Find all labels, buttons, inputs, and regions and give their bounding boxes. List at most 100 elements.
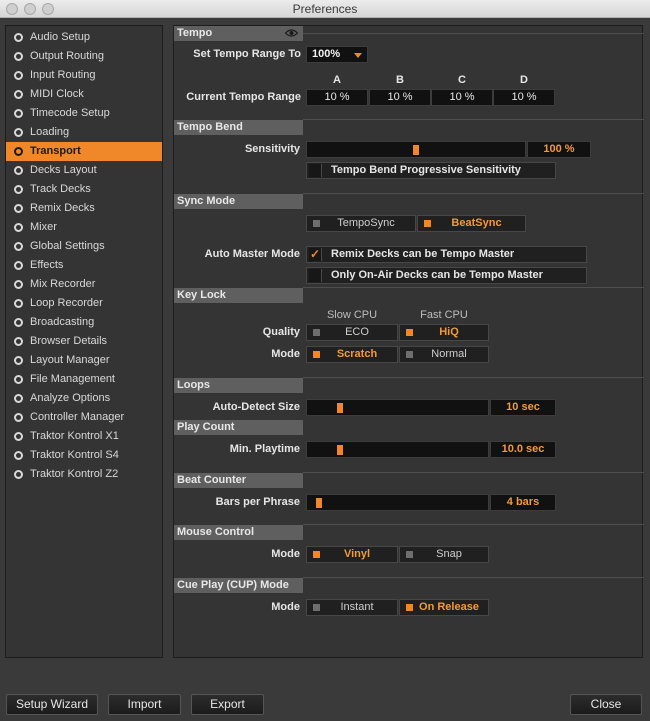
instant-button[interactable]: Instant [306, 599, 398, 616]
eye-icon[interactable] [285, 29, 298, 37]
radio-dot-icon [14, 470, 23, 479]
sidebar-item-label: Transport [30, 145, 81, 157]
tempo-range-deck-d[interactable]: 10 % [493, 89, 555, 106]
button-label: HiQ [439, 326, 459, 338]
keylock-mode-label: Mode [271, 348, 300, 360]
tempo-range-dropdown[interactable]: 100% [306, 46, 368, 63]
sidebar-item-file-management[interactable]: File Management [6, 370, 162, 389]
button-label: Vinyl [343, 548, 371, 560]
sidebar-item-audio-setup[interactable]: Audio Setup [6, 28, 162, 47]
min-playtime-value[interactable]: 10.0 sec [490, 441, 556, 458]
sidebar-item-traktor-kontrol-z2[interactable]: Traktor Kontrol Z2 [6, 465, 162, 484]
sidebar-item-input-routing[interactable]: Input Routing [6, 66, 162, 85]
hiq-button[interactable]: HiQ [399, 324, 489, 341]
sidebar-item-label: File Management [30, 373, 115, 385]
sidebar-item-transport[interactable]: Transport [6, 142, 162, 161]
tempo-sync-button[interactable]: TempoSync [306, 215, 416, 232]
sidebar-item-traktor-kontrol-x1[interactable]: Traktor Kontrol X1 [6, 427, 162, 446]
sidebar-item-decks-layout[interactable]: Decks Layout [6, 161, 162, 180]
sidebar-item-loop-recorder[interactable]: Loop Recorder [6, 294, 162, 313]
slider-thumb[interactable] [413, 145, 419, 155]
close-button[interactable]: Close [570, 694, 642, 715]
sidebar-item-output-routing[interactable]: Output Routing [6, 47, 162, 66]
sensitivity-slider[interactable] [306, 141, 526, 158]
bars-per-phrase-value[interactable]: 4 bars [490, 494, 556, 511]
checkmark-icon: ✓ [309, 247, 322, 261]
onair-decks-tempo-master-checkbox[interactable]: Only On-Air Decks can be Tempo Master [306, 267, 587, 284]
tempo-range-deck-c[interactable]: 10 % [431, 89, 493, 106]
deck-c-label: C [458, 74, 466, 86]
sidebar-item-label: MIDI Clock [30, 88, 84, 100]
set-tempo-range-label: Set Tempo Range To [193, 48, 301, 60]
normal-button[interactable]: Normal [399, 346, 489, 363]
sidebar-item-label: Remix Decks [30, 202, 95, 214]
auto-detect-size-slider[interactable] [306, 399, 489, 416]
radio-dot-icon [14, 185, 23, 194]
sidebar-item-midi-clock[interactable]: MIDI Clock [6, 85, 162, 104]
slider-thumb[interactable] [337, 445, 343, 455]
eco-button[interactable]: ECO [306, 324, 398, 341]
sidebar-item-label: Loop Recorder [30, 297, 103, 309]
sidebar-item-mixer[interactable]: Mixer [6, 218, 162, 237]
snap-button[interactable]: Snap [399, 546, 489, 563]
sensitivity-value[interactable]: 100 % [527, 141, 591, 158]
sidebar-item-mix-recorder[interactable]: Mix Recorder [6, 275, 162, 294]
sidebar-item-label: Effects [30, 259, 64, 271]
radio-dot-icon [14, 223, 23, 232]
radio-dot-icon [14, 128, 23, 137]
bars-per-phrase-slider[interactable] [306, 494, 489, 511]
indicator-icon [406, 351, 413, 358]
tempo-bend-progressive-checkbox[interactable]: Tempo Bend Progressive Sensitivity [306, 162, 556, 179]
sidebar-item-global-settings[interactable]: Global Settings [6, 237, 162, 256]
checkbox-box [309, 164, 322, 177]
sidebar-item-effects[interactable]: Effects [6, 256, 162, 275]
on-release-button[interactable]: On Release [399, 599, 489, 616]
sidebar-item-layout-manager[interactable]: Layout Manager [6, 351, 162, 370]
sidebar-item-track-decks[interactable]: Track Decks [6, 180, 162, 199]
radio-dot-icon [14, 375, 23, 384]
auto-detect-size-label: Auto-Detect Size [212, 401, 300, 413]
sidebar-item-broadcasting[interactable]: Broadcasting [6, 313, 162, 332]
checkbox-box [309, 269, 322, 282]
vinyl-button[interactable]: Vinyl [306, 546, 398, 563]
radio-dot-icon [14, 147, 23, 156]
chevron-down-icon [354, 53, 362, 58]
radio-dot-icon [14, 52, 23, 61]
radio-dot-icon [14, 318, 23, 327]
tempo-range-deck-a[interactable]: 10 % [306, 89, 368, 106]
import-button[interactable]: Import [108, 694, 181, 715]
current-tempo-range-label: Current Tempo Range [186, 91, 301, 103]
section-divider [303, 472, 644, 473]
sidebar-item-remix-decks[interactable]: Remix Decks [6, 199, 162, 218]
slider-thumb[interactable] [337, 403, 343, 413]
radio-dot-icon [14, 261, 23, 270]
radio-dot-icon [14, 204, 23, 213]
sidebar-item-label: Layout Manager [30, 354, 110, 366]
indicator-icon [406, 604, 413, 611]
section-loops-header: Loops [174, 378, 303, 393]
beat-sync-button[interactable]: BeatSync [417, 215, 526, 232]
slider-thumb[interactable] [316, 498, 322, 508]
sidebar-item-timecode-setup[interactable]: Timecode Setup [6, 104, 162, 123]
sidebar-item-analyze-options[interactable]: Analyze Options [6, 389, 162, 408]
radio-dot-icon [14, 299, 23, 308]
min-playtime-slider[interactable] [306, 441, 489, 458]
radio-dot-icon [14, 33, 23, 42]
indicator-icon [406, 551, 413, 558]
cue-play-mode-label: Mode [271, 601, 300, 613]
export-button[interactable]: Export [191, 694, 264, 715]
sidebar-item-controller-manager[interactable]: Controller Manager [6, 408, 162, 427]
section-key-lock-header: Key Lock [174, 288, 303, 303]
checkbox-label: Remix Decks can be Tempo Master [331, 248, 515, 260]
section-tempo-bend-header: Tempo Bend [174, 120, 303, 135]
sidebar-item-traktor-kontrol-s4[interactable]: Traktor Kontrol S4 [6, 446, 162, 465]
remix-decks-tempo-master-checkbox[interactable]: ✓ Remix Decks can be Tempo Master [306, 246, 587, 263]
deck-b-label: B [396, 74, 404, 86]
sidebar-item-loading[interactable]: Loading [6, 123, 162, 142]
setup-wizard-button[interactable]: Setup Wizard [6, 694, 98, 715]
tempo-range-deck-b[interactable]: 10 % [369, 89, 431, 106]
scratch-button[interactable]: Scratch [306, 346, 398, 363]
sidebar-item-browser-details[interactable]: Browser Details [6, 332, 162, 351]
slow-cpu-label: Slow CPU [326, 309, 378, 321]
auto-detect-size-value[interactable]: 10 sec [490, 399, 556, 416]
